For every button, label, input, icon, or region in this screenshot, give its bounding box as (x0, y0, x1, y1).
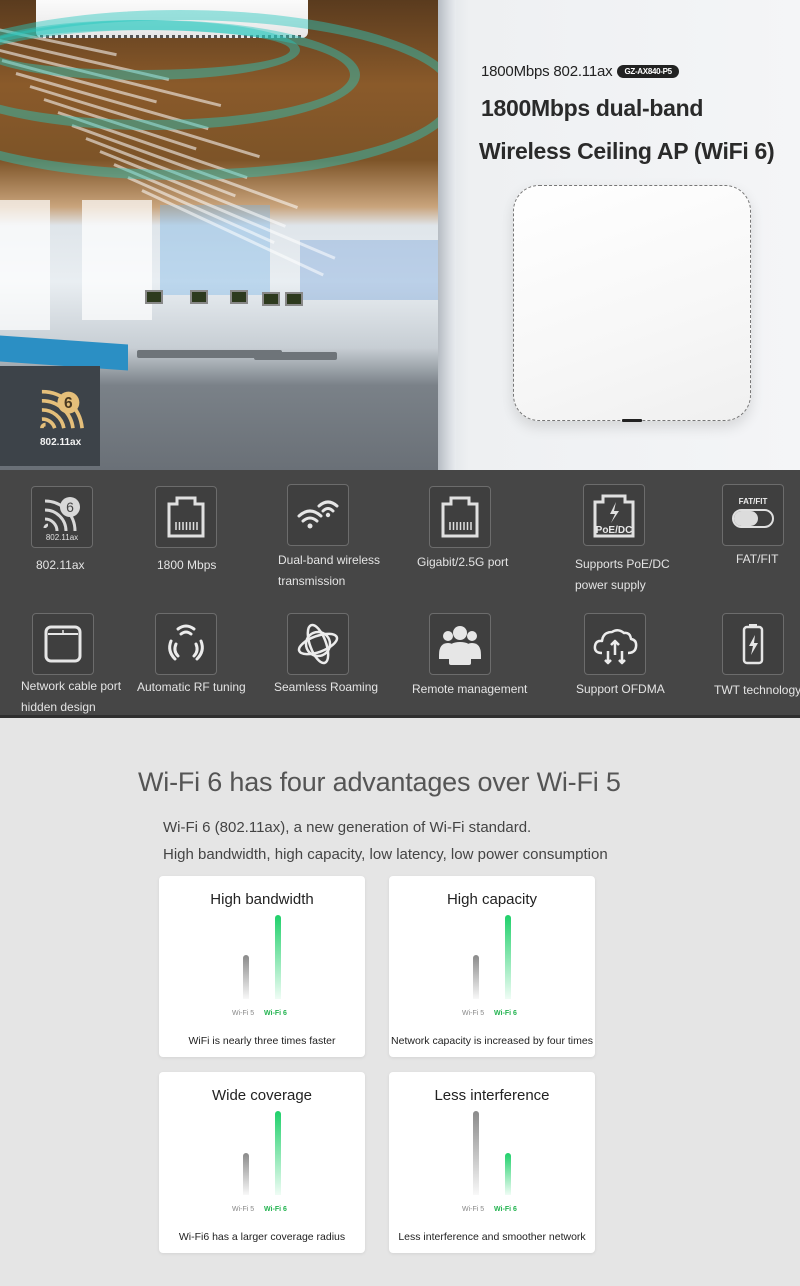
svg-text:6: 6 (66, 499, 74, 515)
wifi5-bar (473, 955, 479, 999)
wifi6-logo-label: 802.11ax (40, 437, 82, 448)
feature-label: Seamless Roaming (274, 680, 379, 694)
dual-wifi-icon (287, 484, 349, 546)
advantage-card: High bandwidth Wi-Fi 5 Wi-Fi 6 WiFi is near… (159, 876, 365, 1057)
feature-label: 802.11ax (36, 558, 85, 572)
advantages-subtitle-2: High bandwidth, high capacity, low laten… (163, 846, 608, 863)
product-title-line1: 1800Mbps dual-band (481, 95, 704, 121)
window (0, 200, 50, 330)
wifi6-logo: 6 802.11ax (40, 388, 88, 448)
svg-text:FAT/FIT: FAT/FIT (739, 497, 768, 506)
window (300, 240, 440, 300)
wifi5-bar-label: Wi-Fi 5 (462, 1010, 485, 1017)
svg-text:PoE/DC: PoE/DC (596, 525, 633, 536)
feature-label: Dual-band wireless transmission (278, 553, 381, 588)
wifi6-icon: 6 802.11ax (31, 486, 93, 548)
feature-label: Network cable port hidden design (21, 679, 122, 714)
wifi6-bar-label: Wi-Fi 6 (264, 1010, 287, 1017)
wifi5-bar-label: Wi-Fi 5 (232, 1206, 255, 1213)
cloud-transfer-icon (584, 613, 646, 675)
treadmill (285, 292, 303, 306)
spec-text: 1800Mbps 802.11ax (481, 63, 613, 80)
wifi6-bar (505, 915, 511, 999)
treadmill (262, 292, 280, 306)
model-badge: GZ-AX840-P5 (617, 65, 679, 78)
treadmill (145, 290, 163, 304)
users-group-icon (429, 613, 491, 675)
hero-banner: 6 802.11ax 1800Mbps 802.11ax GZ-AX840-P5… (0, 0, 800, 470)
card-title: Less interference (434, 1087, 550, 1104)
window (82, 200, 152, 320)
wifi6-icon: 6 (40, 389, 84, 429)
spec-line: 1800Mbps 802.11ax GZ-AX840-P5 (481, 63, 679, 80)
card-description: WiFi is nearly three times faster (188, 1035, 336, 1047)
feature-label: Automatic RF tuning (137, 680, 246, 694)
svg-text:802.11ax: 802.11ax (46, 533, 78, 542)
advantages-subtitle-1: Wi-Fi 6 (802.11ax), a new generation of … (163, 819, 532, 836)
feature-label: Support OFDMA (576, 682, 665, 696)
feature-label: TWT technology (714, 683, 800, 697)
product-title-line2: Wireless Ceiling AP (WiFi 6) (479, 138, 775, 164)
wifi6-bar-label: Wi-Fi 6 (264, 1206, 287, 1213)
advantage-card: Wide coverage Wi-Fi 5 Wi-Fi 6 Wi-Fi6 has a … (159, 1072, 365, 1253)
wifi6-bar-label: Wi-Fi 6 (494, 1206, 517, 1213)
advantages-title: Wi-Fi 6 has four advantages over Wi-Fi 5 (138, 767, 621, 797)
feature-label: Supports PoE/DC power supply (575, 557, 670, 592)
feature-label: Remote management (412, 682, 528, 696)
fat-fit-toggle-icon: FAT/FIT (722, 484, 784, 546)
wifi-signal-wave (0, 10, 440, 180)
treadmill (190, 290, 208, 304)
card-description: Network capacity is increased by four ti… (391, 1035, 593, 1047)
wifi6-bar (275, 1111, 281, 1195)
wifi6-number: 6 (64, 395, 73, 412)
card-description: Wi-Fi6 has a larger coverage radius (178, 1231, 346, 1243)
feature-label: FAT/FIT (736, 552, 779, 566)
ethernet-port-icon (155, 486, 217, 548)
features-panel: 6 802.11ax 802.11ax 1800 Mbps Dual-band … (0, 470, 800, 718)
roaming-orbit-icon (287, 613, 349, 675)
wifi5-bar (243, 955, 249, 999)
wifi6-bar (275, 915, 281, 999)
feature-label: 1800 Mbps (157, 558, 217, 572)
wifi5-bar-label: Wi-Fi 5 (232, 1010, 255, 1017)
card-title: High capacity (446, 891, 538, 908)
status-led (622, 419, 642, 422)
wifi5-bar (243, 1153, 249, 1195)
card-title: Wide coverage (211, 1087, 313, 1104)
gym-scene-image: 6 802.11ax (0, 0, 440, 470)
ethernet-port-icon (429, 486, 491, 548)
advantage-card: Less interference Wi-Fi 5 Wi-Fi 6 Less inte… (389, 1072, 595, 1253)
card-description: Less interference and smoother network (398, 1231, 586, 1243)
poe-dc-icon: PoE/DC (583, 484, 645, 546)
battery-charge-icon (722, 613, 784, 675)
window (160, 205, 270, 295)
hidden-port-icon (32, 613, 94, 675)
advantage-card: High capacity Wi-Fi 5 Wi-Fi 6 Network capac… (389, 876, 595, 1057)
wifi5-bar (473, 1111, 479, 1195)
treadmill-base (277, 352, 337, 360)
wifi6-bar (505, 1153, 511, 1195)
rf-signal-icon (155, 613, 217, 675)
feature-label: Gigabit/2.5G port (417, 555, 509, 569)
wifi5-bar-label: Wi-Fi 5 (462, 1206, 485, 1213)
wifi6-bar-label: Wi-Fi 6 (494, 1010, 517, 1017)
treadmill (230, 290, 248, 304)
card-title: High bandwidth (210, 891, 314, 908)
ap-product-image (513, 185, 751, 422)
divider-strip (438, 0, 456, 470)
